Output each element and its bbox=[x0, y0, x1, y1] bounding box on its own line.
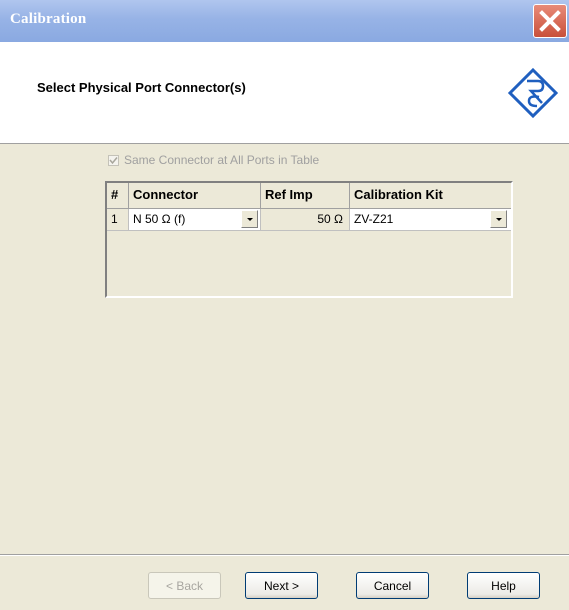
window-title: Calibration bbox=[10, 11, 87, 27]
footer-divider bbox=[0, 554, 569, 556]
connector-value: N 50 Ω (f) bbox=[133, 212, 186, 226]
chevron-down-icon bbox=[496, 218, 502, 221]
checkmark-icon bbox=[109, 156, 118, 164]
cancel-button[interactable]: Cancel bbox=[356, 572, 429, 599]
row-index: 1 bbox=[107, 209, 129, 231]
next-button[interactable]: Next > bbox=[245, 572, 318, 599]
connector-select[interactable]: N 50 Ω (f) bbox=[129, 209, 261, 231]
connector-table: # Connector Ref Imp Calibration Kit 1 N … bbox=[105, 181, 513, 298]
column-header-index: # bbox=[107, 183, 129, 209]
same-connector-checkbox[interactable] bbox=[108, 154, 119, 166]
back-button[interactable]: < Back bbox=[148, 572, 221, 599]
rohde-schwarz-logo bbox=[507, 67, 559, 119]
same-connector-label: Same Connector at All Ports in Table bbox=[124, 153, 320, 167]
connector-dropdown-button[interactable] bbox=[241, 210, 258, 228]
wizard-header: Select Physical Port Connector(s) bbox=[0, 42, 569, 144]
page-title: Select Physical Port Connector(s) bbox=[37, 80, 246, 95]
close-button[interactable] bbox=[533, 4, 567, 38]
chevron-down-icon bbox=[247, 218, 253, 221]
help-button[interactable]: Help bbox=[467, 572, 540, 599]
cal-kit-value: ZV-Z21 bbox=[354, 212, 394, 226]
close-icon bbox=[539, 10, 561, 32]
column-header-ref-imp: Ref Imp bbox=[261, 183, 350, 209]
cal-kit-dropdown-button[interactable] bbox=[490, 210, 507, 228]
column-header-connector: Connector bbox=[129, 183, 261, 209]
cal-kit-select[interactable]: ZV-Z21 bbox=[350, 209, 511, 231]
title-bar: Calibration bbox=[0, 0, 569, 42]
ref-imp-value: 50 Ω bbox=[261, 209, 350, 231]
same-connector-option[interactable]: Same Connector at All Ports in Table bbox=[108, 153, 319, 167]
column-header-cal-kit: Calibration Kit bbox=[350, 183, 511, 209]
